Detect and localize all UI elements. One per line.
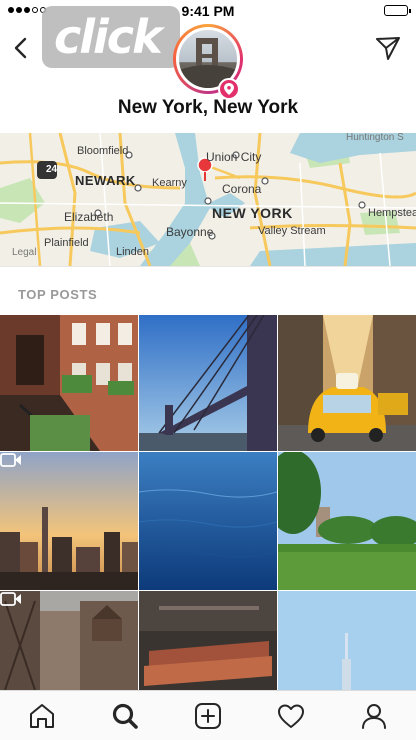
map-label: NEW YORK xyxy=(212,205,293,221)
map-label: Bloomfield xyxy=(77,145,129,157)
tab-activity[interactable] xyxy=(276,701,306,731)
map-label: Corona xyxy=(222,182,262,196)
section-divider xyxy=(0,266,416,267)
post-thumbnail-bridge[interactable] xyxy=(139,315,277,451)
video-camera-icon xyxy=(0,453,21,467)
post-thumbnail-interior[interactable] xyxy=(139,591,277,690)
map-label: Hempstead xyxy=(368,207,416,219)
post-thumbnail-empire-state[interactable] xyxy=(278,591,416,690)
profile-icon xyxy=(362,704,386,729)
post-thumbnail-taxi[interactable] xyxy=(278,315,416,451)
heart-icon xyxy=(278,704,304,728)
top-posts-grid xyxy=(0,315,416,690)
tab-profile[interactable] xyxy=(359,701,389,731)
map-label: Plainfield xyxy=(44,237,89,249)
plus-square-icon xyxy=(195,703,221,729)
battery-icon xyxy=(384,5,411,16)
video-camera-icon xyxy=(0,592,21,606)
tab-search[interactable] xyxy=(110,701,140,731)
map-label: Huntington S xyxy=(346,133,404,143)
tab-new-post[interactable] xyxy=(193,701,223,731)
place-title: New York, New York xyxy=(117,97,299,118)
map-label: Linden xyxy=(116,246,150,258)
chevron-left-icon xyxy=(14,37,27,59)
route-shield: 24 xyxy=(46,164,58,175)
home-icon xyxy=(30,704,54,728)
map-label: Bayonne xyxy=(166,225,214,239)
map-label: Elizabeth xyxy=(64,210,114,224)
bottom-tab-bar xyxy=(0,690,416,740)
paper-plane-icon xyxy=(376,37,400,60)
watermark-logo: click xyxy=(42,6,180,68)
post-thumbnail-skyline[interactable] xyxy=(0,452,138,590)
top-posts-title: TOP POSTS xyxy=(18,287,98,302)
direct-message-button[interactable] xyxy=(374,34,402,62)
map-legal-link[interactable]: Legal xyxy=(12,247,36,258)
tab-home[interactable] xyxy=(27,701,57,731)
post-thumbnail-water[interactable] xyxy=(139,452,277,590)
post-thumbnail-park[interactable] xyxy=(278,452,416,590)
map-label: NEWARK xyxy=(75,173,136,188)
search-icon xyxy=(112,703,138,729)
back-button[interactable] xyxy=(10,34,34,62)
watermark-text: click xyxy=(54,10,163,64)
map-label: Kearny xyxy=(152,177,187,189)
post-thumbnail-water-towers[interactable] xyxy=(0,591,138,690)
map-label: Union City xyxy=(206,150,262,164)
post-thumbnail-brownstone[interactable] xyxy=(0,315,138,451)
location-map[interactable]: 24 Bloomfield NEWARK Kearny Union City C… xyxy=(0,133,416,266)
map-label: Valley Stream xyxy=(258,225,326,237)
